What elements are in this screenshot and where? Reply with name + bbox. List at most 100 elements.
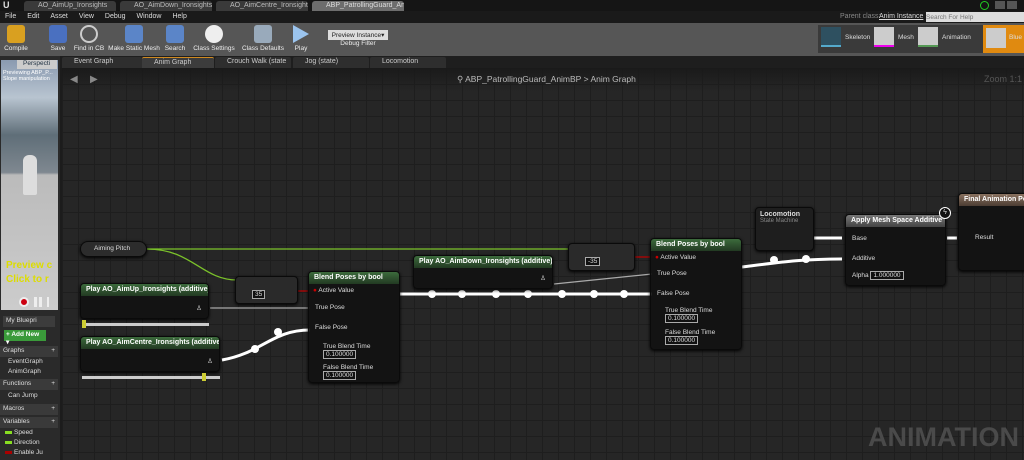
play-aimdown-node[interactable]: Play AO_AimDown_Ironsights (additive) ♙ (413, 255, 553, 289)
tab-crouch-walk[interactable]: Crouch Walk (state (215, 57, 291, 68)
menu-asset[interactable]: Asset (50, 11, 68, 23)
search-help-input[interactable] (926, 12, 1024, 22)
false-pose-pin[interactable]: False Pose (315, 324, 348, 331)
tab-jog[interactable]: Jog (state) (293, 57, 369, 68)
find-in-cb-button[interactable]: Find in CB (72, 23, 106, 56)
false-blend-time-pin[interactable]: False Blend Time 0.100000 (665, 329, 715, 345)
compare-node-neg35[interactable]: -35 (568, 243, 635, 271)
tab-anim-graph[interactable]: Anim Graph (142, 57, 214, 68)
class-defaults-button[interactable]: Class Defaults (240, 23, 286, 56)
menu-file[interactable]: File (5, 11, 16, 23)
pose-out-pin[interactable]: ♙ (196, 304, 202, 312)
class-settings-button[interactable]: Class Settings (192, 23, 236, 56)
make-static-mesh-button[interactable]: Make Static Mesh (108, 23, 160, 56)
menu-view[interactable]: View (79, 11, 94, 23)
mesh-mode-button[interactable]: Mesh (874, 27, 918, 51)
doc-tab-aimdown[interactable]: AO_AimDown_Ironsights (120, 1, 212, 11)
active-value-pin[interactable]: ● Active Value (313, 287, 354, 294)
add-graph-icon[interactable]: + (51, 347, 55, 354)
record-button[interactable] (19, 297, 29, 307)
minimize-button[interactable] (995, 1, 1005, 9)
false-blend-time-pin[interactable]: False Blend Time 0.100000 (323, 364, 373, 380)
add-function-icon[interactable]: + (51, 380, 55, 387)
my-blueprint-tab[interactable]: My Bluepri (3, 316, 55, 327)
false-blend-time-field[interactable]: 0.100000 (323, 371, 357, 380)
maximize-button[interactable] (1007, 1, 1017, 9)
true-pose-pin[interactable]: True Pose (657, 270, 687, 277)
base-pin[interactable]: Base (852, 235, 867, 242)
doc-tab-aimup[interactable]: AO_AimUp_Ironsights (24, 1, 116, 11)
false-pose-pin[interactable]: False Pose (657, 290, 690, 297)
play-aimup-node[interactable]: Play AO_AimUp_Ironsights (additive) ♙ (80, 283, 209, 319)
viewport-tab[interactable]: Perspecti (17, 60, 57, 69)
result-pin[interactable]: Result (975, 234, 993, 241)
pause-button[interactable] (34, 297, 42, 307)
active-value-pin[interactable]: ● Active Value (655, 254, 696, 261)
preview-viewport[interactable]: Previewing ABP_P... Slope manipulation P… (1, 60, 58, 310)
pose-out-pin[interactable]: ♙ (540, 274, 546, 282)
aimcentre-scrubber[interactable] (82, 373, 220, 381)
add-variable-icon[interactable]: + (51, 418, 55, 425)
apply-mesh-space-additive-node[interactable]: Apply Mesh Space Additive ϟ Base Additiv… (845, 207, 951, 286)
scrubber-handle[interactable] (202, 373, 206, 381)
parent-class-link[interactable]: Anim Instance (879, 11, 923, 23)
title-bar: U AO_AimUp_Ironsights AO_AimDown_Ironsig… (0, 0, 1024, 11)
true-blend-time-field[interactable]: 0.100000 (323, 350, 357, 359)
aimup-scrubber[interactable] (82, 320, 209, 328)
doc-tab-abp[interactable]: ABP_PatrollingGuard_Anim (312, 1, 404, 11)
play-aimcentre-node[interactable]: Play AO_AimCentre_Ironsights (additive) ♙ (80, 336, 220, 372)
functions-section[interactable]: Functions + (0, 379, 58, 390)
anim-graph-canvas[interactable]: ◀ ▶ ⚲ ABP_PatrollingGuard_AnimBP > Anim … (62, 68, 1024, 460)
sidebar-item-eventgraph[interactable]: EventGraph (8, 358, 43, 365)
compare-value[interactable]: 35 (252, 290, 266, 299)
aiming-pitch-node[interactable]: Aiming Pitch (80, 241, 147, 257)
skeleton-mode-button[interactable]: Skeleton (821, 27, 873, 51)
menu-help[interactable]: Help (172, 11, 186, 23)
add-new-button[interactable]: + Add New ▾ (4, 330, 46, 346)
notification-icon[interactable] (980, 1, 989, 10)
alpha-pin[interactable]: Alpha 1.000000 (852, 271, 904, 280)
compare-node-35[interactable]: 35 (235, 276, 298, 304)
blend-poses-node-2[interactable]: Blend Poses by bool ● Active Value True … (650, 238, 742, 350)
node-title: Locomotion (760, 211, 801, 218)
compare-value[interactable]: -35 (585, 257, 601, 266)
variable-direction[interactable]: Direction (5, 439, 40, 446)
scrubber-handle[interactable] (82, 320, 86, 328)
add-macro-icon[interactable]: + (51, 405, 55, 412)
menu-debug[interactable]: Debug (105, 11, 126, 23)
true-blend-time-field[interactable]: 0.100000 (665, 314, 699, 323)
menu-window[interactable]: Window (137, 11, 162, 23)
blend-poses-node-1[interactable]: Blend Poses by bool ● Active Value True … (308, 271, 400, 383)
additive-pin[interactable]: Additive (852, 255, 875, 262)
final-animation-pose-node[interactable]: Final Animation Pose Result (958, 193, 1024, 271)
step-button[interactable] (47, 297, 55, 307)
tab-event-graph[interactable]: Event Graph (62, 57, 142, 68)
graphs-section[interactable]: Graphs + (0, 346, 58, 357)
save-button[interactable]: Save (46, 23, 70, 56)
variable-enable-jump[interactable]: Enable Ju (5, 449, 43, 456)
house-icon (125, 25, 143, 43)
tab-locomotion[interactable]: Locomotion (370, 57, 446, 68)
bool-type-icon (5, 450, 12, 454)
sidebar-item-animgraph[interactable]: AnimGraph (8, 368, 41, 375)
sidebar-item-can-jump[interactable]: Can Jump (8, 392, 38, 399)
pose-out-pin[interactable]: ♙ (207, 357, 213, 365)
animation-mode-button[interactable]: Animation (918, 27, 978, 51)
doc-tab-aimcentre[interactable]: AO_AimCentre_Ironsights (216, 1, 308, 11)
variables-section[interactable]: Variables + (0, 417, 58, 428)
debug-filter-select[interactable]: Preview Instance▾ (328, 30, 388, 40)
true-blend-time-pin[interactable]: True Blend Time 0.100000 (323, 343, 370, 359)
locomotion-state-machine-node[interactable]: Locomotion State Machine (755, 207, 814, 251)
compile-button[interactable]: Compile (2, 23, 30, 56)
pin-label: False Pose (657, 290, 690, 297)
blueprint-mode-button[interactable]: Blue (983, 25, 1024, 53)
menu-edit[interactable]: Edit (27, 11, 39, 23)
search-button[interactable]: Search (163, 23, 187, 56)
true-blend-time-pin[interactable]: True Blend Time 0.100000 (665, 307, 712, 323)
variable-speed[interactable]: Speed (5, 429, 33, 436)
true-pose-pin[interactable]: True Pose (315, 304, 345, 311)
false-blend-time-field[interactable]: 0.100000 (665, 336, 699, 345)
macros-section[interactable]: Macros + (0, 404, 58, 415)
alpha-field[interactable]: 1.000000 (870, 271, 904, 280)
play-button[interactable]: Play (290, 23, 312, 56)
